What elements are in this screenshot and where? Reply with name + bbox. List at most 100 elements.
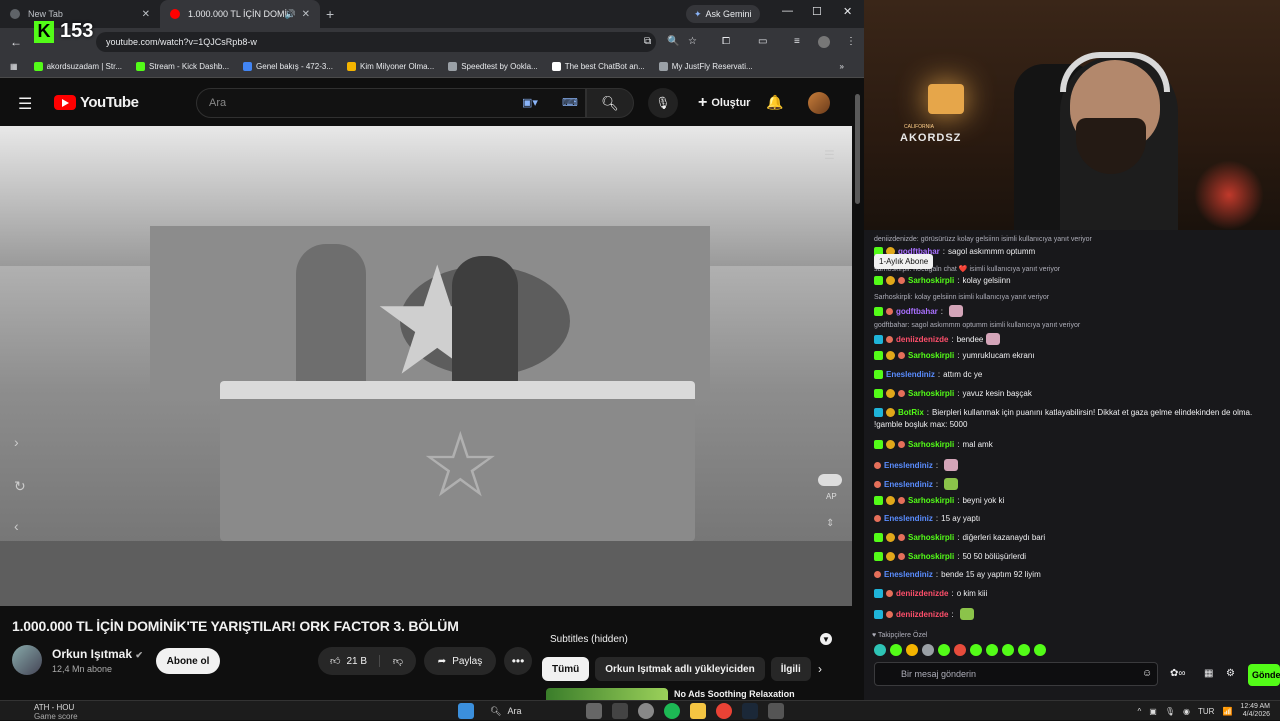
- close-window-icon[interactable]: ✕: [843, 5, 852, 18]
- tray-app-icon[interactable]: ▣: [1149, 707, 1157, 716]
- tray-overflow-icon[interactable]: ^: [1138, 707, 1142, 716]
- chat-username[interactable]: Eneslendiniz: [884, 461, 933, 470]
- chat-message[interactable]: godftbahar:: [874, 305, 964, 317]
- zoom-icon[interactable]: 🔍: [667, 36, 679, 47]
- emote-icon[interactable]: [890, 644, 902, 656]
- chat-username[interactable]: deniizdenizde: [896, 335, 948, 344]
- video-player[interactable]: ★ ☆ › ↻ ‹ ☰ AP ⇕: [0, 126, 854, 606]
- chat-username[interactable]: Sarhoskirpli: [908, 533, 954, 542]
- back-arrow-icon[interactable]: ‹: [14, 518, 19, 534]
- chevron-down-icon[interactable]: ▼: [820, 633, 832, 645]
- create-button[interactable]: + Oluştur: [686, 88, 762, 118]
- file-explorer-icon[interactable]: [690, 703, 706, 719]
- close-tab-icon[interactable]: ✕: [302, 9, 310, 20]
- notifications-bell-icon[interactable]: 🔔: [766, 94, 783, 111]
- chat-username[interactable]: godftbahar: [896, 307, 938, 316]
- chat-username[interactable]: Eneslendiniz: [884, 480, 933, 489]
- cast-icon[interactable]: ▭: [758, 36, 767, 47]
- emote-icon[interactable]: [986, 644, 998, 656]
- windows-start-icon[interactable]: [458, 703, 474, 719]
- emote-icon[interactable]: [1034, 644, 1046, 656]
- emote-icon[interactable]: [970, 644, 982, 656]
- media-controls-icon[interactable]: ≡: [794, 36, 800, 47]
- chat-username[interactable]: Sarhoskirpli: [908, 496, 954, 505]
- steam-tray-icon[interactable]: ◉: [1183, 707, 1190, 716]
- chat-username[interactable]: Eneslendiniz: [886, 370, 935, 379]
- channel-name[interactable]: Orkun Işıtmak ✔: [52, 647, 143, 661]
- tab-youtube[interactable]: 1.000.000 TL İÇİN DOMİNİ 🔊 ✕: [160, 0, 320, 28]
- account-avatar[interactable]: [808, 92, 830, 114]
- chat-message[interactable]: Eneslendiniz:: [874, 478, 959, 490]
- previous-arrow-icon[interactable]: ›: [14, 434, 19, 450]
- chat-username[interactable]: deniizdenizde: [896, 589, 948, 598]
- task-view-icon[interactable]: [586, 703, 602, 719]
- bookmark-item[interactable]: akordsuzadam | Str...: [33, 62, 122, 71]
- taskbar-widget[interactable]: ATH - HOU Game score: [34, 703, 78, 721]
- emote-icon[interactable]: [1018, 644, 1030, 656]
- bookmark-item[interactable]: The best ChatBot an...: [551, 62, 645, 71]
- chip-related[interactable]: İlgili: [770, 657, 811, 681]
- share-button[interactable]: ➦ Paylaş: [424, 647, 496, 675]
- keyboard-icon[interactable]: ⌨: [562, 96, 578, 109]
- ask-gemini-button[interactable]: ✦ Ask Gemini: [686, 5, 760, 23]
- address-bar[interactable]: youtube.com/watch?v=1QJCsRpb8-w: [96, 32, 656, 52]
- microphone-icon[interactable]: 🎙: [1165, 707, 1175, 716]
- bookmark-item[interactable]: Genel bakış - 472-3...: [243, 62, 333, 71]
- bookmark-star-icon[interactable]: ☆: [688, 36, 697, 47]
- chat-username[interactable]: BotRix: [898, 408, 924, 417]
- chat-message[interactable]: Sarhoskirpli: beyni yok ki: [874, 496, 1004, 505]
- bookmark-item[interactable]: Speedtest by Ookla...: [448, 62, 538, 71]
- apps-grid-icon[interactable]: ▦: [10, 62, 18, 71]
- bookmark-item[interactable]: My JustFly Reservati...: [658, 62, 753, 71]
- chip-all[interactable]: Tümü: [542, 657, 590, 681]
- emote-icon[interactable]: [1002, 644, 1014, 656]
- chat-username[interactable]: Eneslendiniz: [884, 570, 933, 579]
- voice-search-button[interactable]: 🎙: [648, 88, 678, 118]
- chat-message[interactable]: deniizdenizde:: [874, 608, 974, 620]
- chat-message[interactable]: Sarhoskirpli: yavuz kesin başçak: [874, 389, 1032, 398]
- minimize-icon[interactable]: —: [782, 5, 793, 17]
- chat-message[interactable]: Eneslendiniz: bende 15 ay yaptım 92 liyim: [874, 570, 1041, 579]
- chat-message-input[interactable]: Bir mesaj gönderin: [874, 662, 1158, 686]
- chat-message[interactable]: BotRix: Bierpleri kullanmak için puanını …: [874, 408, 1252, 417]
- chat-username[interactable]: Sarhoskirpli: [908, 552, 954, 561]
- github-icon[interactable]: [638, 703, 654, 719]
- language-indicator[interactable]: TUR: [1198, 707, 1214, 716]
- taskbar-search[interactable]: 🔍︎ Ara: [484, 703, 576, 719]
- spotify-icon[interactable]: [664, 703, 680, 719]
- chat-username[interactable]: Sarhoskirpli: [908, 276, 954, 285]
- expand-icon[interactable]: ⇕: [826, 518, 834, 529]
- subtitles-panel-header[interactable]: Subtitles (hidden) ▼: [542, 628, 838, 650]
- autoplay-toggle[interactable]: [818, 474, 842, 486]
- new-tab-button[interactable]: +: [326, 6, 334, 22]
- bookmarks-overflow-icon[interactable]: »: [840, 62, 844, 71]
- emote-icon[interactable]: [874, 644, 886, 656]
- install-app-icon[interactable]: ⧉: [644, 36, 651, 47]
- chat-message[interactable]: deniizdenizde: bendee: [874, 333, 1001, 345]
- recommendation-thumbnail[interactable]: [546, 688, 668, 700]
- maximize-icon[interactable]: ☐: [812, 5, 822, 18]
- chat-message[interactable]: Sarhoskirpli: mal amk: [874, 440, 993, 449]
- chat-message[interactable]: Eneslendiniz: attım dc ye: [874, 370, 982, 379]
- chat-message[interactable]: Eneslendiniz:: [874, 459, 959, 471]
- browser-menu-icon[interactable]: ⋮: [846, 36, 856, 47]
- emote-icon[interactable]: [922, 644, 934, 656]
- dislike-button[interactable]: 👎︎: [380, 655, 416, 667]
- chat-message[interactable]: Sarhoskirpli: diğerleri kazanaydı bari: [874, 533, 1045, 542]
- chip-from-uploader[interactable]: Orkun Işıtmak adlı yükleyiciden: [595, 657, 765, 681]
- like-button[interactable]: 👍︎ 21 B: [318, 655, 380, 667]
- emote-icon[interactable]: [906, 644, 918, 656]
- calendar-icon[interactable]: ▦: [1204, 668, 1213, 679]
- chat-username[interactable]: Eneslendiniz: [884, 514, 933, 523]
- settings-gear-icon[interactable]: ⚙: [1226, 668, 1235, 679]
- chat-message[interactable]: deniizdenizde: o kim kiii: [874, 589, 987, 598]
- chat-username[interactable]: Sarhoskirpli: [908, 351, 954, 360]
- page-scrollbar[interactable]: [852, 80, 864, 700]
- app-icon[interactable]: [768, 703, 784, 719]
- chat-username[interactable]: deniizdenizde: [896, 610, 948, 619]
- chat-username[interactable]: Sarhoskirpli: [908, 389, 954, 398]
- emoji-icon[interactable]: ☺: [1142, 668, 1152, 679]
- extensions-icon[interactable]: ⧠: [722, 36, 730, 47]
- chat-message[interactable]: Sarhoskirpli:50 50 bölüşürlerdi: [874, 552, 1026, 561]
- speaker-icon[interactable]: 🔊: [285, 9, 296, 20]
